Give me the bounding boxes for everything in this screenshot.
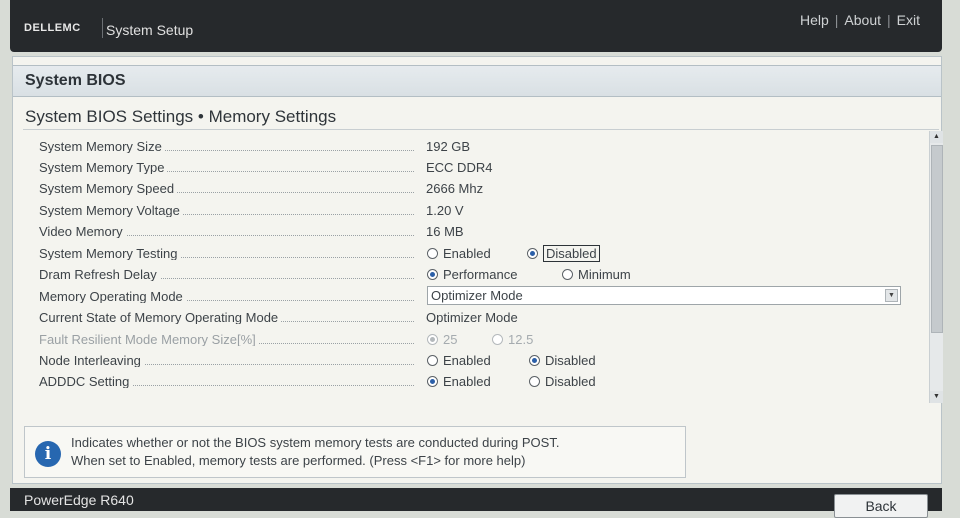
radio-circle-icon xyxy=(562,269,573,280)
setting-label: ADDDC Setting xyxy=(39,374,414,388)
setting-label: Dram Refresh Delay xyxy=(39,267,414,281)
setting-row-memory-testing: System Memory Testing Enabled Disabled xyxy=(13,242,925,263)
setting-row-memory-size: System Memory Size 192 GB xyxy=(13,135,925,156)
fault-resilient-25-radio: 25 xyxy=(427,332,457,347)
radio-selected-icon xyxy=(527,248,538,259)
scroll-up-arrow-icon[interactable]: ▲ xyxy=(930,131,943,143)
setting-value: 1.20 V xyxy=(426,203,464,218)
top-links: Help | About | Exit xyxy=(800,12,920,28)
help-line-1: Indicates whether or not the BIOS system… xyxy=(71,435,560,450)
setting-row-fault-resilient: Fault Resilient Mode Memory Size[%] 25 1… xyxy=(13,328,925,349)
setting-label: Memory Operating Mode xyxy=(39,289,414,303)
help-line-2: When set to Enabled, memory tests are pe… xyxy=(71,453,526,468)
radio-selected-icon xyxy=(427,376,438,387)
dropdown-arrow-icon: ▼ xyxy=(885,289,898,302)
radio-circle-icon xyxy=(427,248,438,259)
setting-value: 2666 Mhz xyxy=(426,181,484,196)
link-divider: | xyxy=(834,12,839,28)
panel-header-title: System BIOS xyxy=(25,72,126,89)
setting-row-node-interleaving: Node Interleaving Enabled Disabled xyxy=(13,349,925,370)
setting-row-operating-mode: Memory Operating Mode Optimizer Mode ▼ xyxy=(13,285,925,306)
title-divider xyxy=(23,129,939,130)
radio-selected-icon xyxy=(529,355,540,366)
top-bar: DELLEMC System Setup Help | About | Exit xyxy=(10,0,942,52)
setting-row-adddc: ADDDC Setting Enabled Disabled xyxy=(13,370,925,391)
exit-link[interactable]: Exit xyxy=(897,12,920,28)
link-divider: | xyxy=(887,12,891,28)
radio-selected-icon xyxy=(427,269,438,280)
setting-value: ECC DDR4 xyxy=(426,160,493,175)
setting-value: 192 GB xyxy=(426,139,471,154)
setting-value: 16 MB xyxy=(426,224,464,239)
radio-circle-icon xyxy=(427,355,438,366)
fault-resilient-12-5-radio: 12.5 xyxy=(492,332,533,347)
setting-row-video-memory: Video Memory 16 MB xyxy=(13,220,925,241)
setting-row-memory-speed: System Memory Speed 2666 Mhz xyxy=(13,177,925,198)
setting-label: Current State of Memory Operating Mode xyxy=(39,310,414,324)
radio-circle-icon xyxy=(529,376,540,387)
settings-scrollbar[interactable]: ▲ ▼ xyxy=(929,131,943,403)
node-interleaving-disabled-radio[interactable]: Disabled xyxy=(529,353,596,368)
setting-label: System Memory Speed xyxy=(39,181,414,195)
setting-value: Optimizer Mode xyxy=(426,310,518,325)
back-button[interactable]: Back xyxy=(834,494,928,518)
main-panel: System BIOS System BIOS Settings • Memor… xyxy=(12,56,943,484)
dell-emc-logo: DELLEMC xyxy=(24,22,81,34)
setting-row-dram-refresh: Dram Refresh Delay Performance Minimum xyxy=(13,263,925,284)
page-title: System BIOS Settings • Memory Settings xyxy=(25,107,337,126)
setting-label: Node Interleaving xyxy=(39,353,414,367)
app-title: System Setup xyxy=(106,22,194,38)
scroll-thumb[interactable] xyxy=(931,145,943,333)
server-model: PowerEdge R640 xyxy=(24,492,134,508)
adddc-enabled-radio[interactable]: Enabled xyxy=(427,374,491,389)
setting-label: System Memory Type xyxy=(39,160,414,174)
scroll-down-arrow-icon[interactable]: ▼ xyxy=(930,391,943,403)
setting-row-memory-voltage: System Memory Voltage 1.20 V xyxy=(13,199,925,220)
adddc-disabled-radio[interactable]: Disabled xyxy=(529,374,596,389)
setting-row-memory-type: System Memory Type ECC DDR4 xyxy=(13,156,925,177)
dram-refresh-performance-radio[interactable]: Performance xyxy=(427,267,517,282)
help-text-box: i Indicates whether or not the BIOS syst… xyxy=(24,426,686,478)
memory-testing-enabled-radio[interactable]: Enabled xyxy=(427,246,491,261)
setting-label: System Memory Size xyxy=(39,139,414,153)
node-interleaving-enabled-radio[interactable]: Enabled xyxy=(427,353,491,368)
radio-circle-icon xyxy=(492,334,503,345)
select-value: Optimizer Mode xyxy=(431,288,523,303)
setting-row-current-mode: Current State of Memory Operating Mode O… xyxy=(13,306,925,327)
radio-selected-icon xyxy=(427,334,438,345)
dram-refresh-minimum-radio[interactable]: Minimum xyxy=(562,267,631,282)
setting-label: System Memory Testing xyxy=(39,246,414,260)
footer-bar: PowerEdge R640 Back xyxy=(10,488,942,518)
brand-divider xyxy=(102,18,103,38)
info-icon: i xyxy=(35,441,61,467)
panel-header: System BIOS xyxy=(13,65,941,97)
help-link[interactable]: Help xyxy=(800,12,829,28)
memory-testing-disabled-radio[interactable]: Disabled xyxy=(527,245,600,262)
setting-label: Video Memory xyxy=(39,224,414,238)
about-link[interactable]: About xyxy=(844,12,881,28)
setting-label: System Memory Voltage xyxy=(39,203,414,217)
setting-label: Fault Resilient Mode Memory Size[%] xyxy=(39,332,414,346)
memory-operating-mode-select[interactable]: Optimizer Mode ▼ xyxy=(427,286,901,305)
